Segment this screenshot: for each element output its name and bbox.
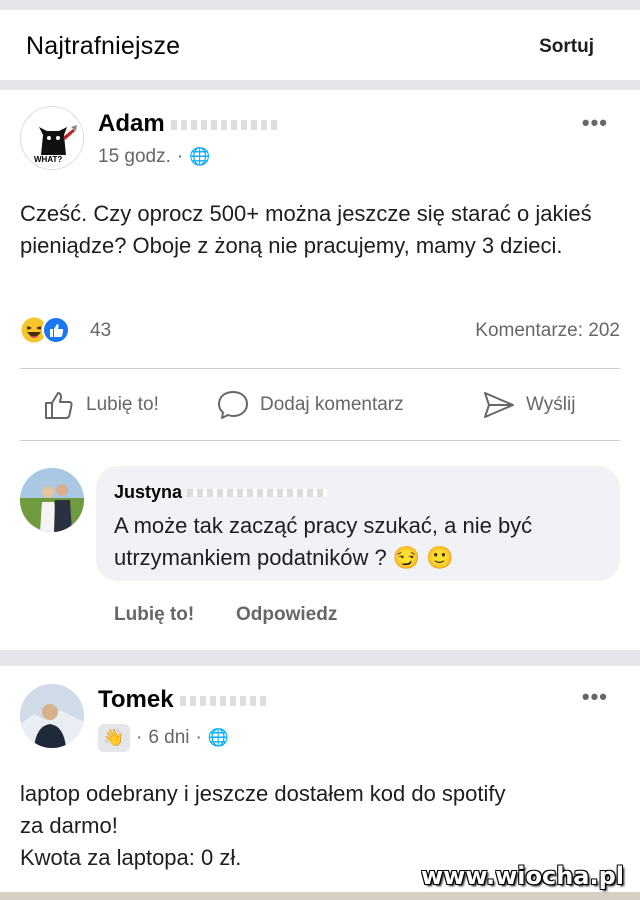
meta-separator: · xyxy=(136,727,143,748)
post-author-name: Adam xyxy=(98,110,165,137)
meta-separator: · xyxy=(176,146,184,167)
post-text-line: za darmo! xyxy=(20,813,118,838)
like-label: Lubię to! xyxy=(86,394,159,415)
more-options-icon[interactable]: ••• xyxy=(582,684,608,710)
page-title: Najtrafniejsze xyxy=(26,32,181,60)
comment-like-button[interactable]: Lubię to! xyxy=(114,604,194,626)
reaction-count[interactable]: 43 xyxy=(90,320,111,342)
top-strip xyxy=(0,0,640,10)
meta-separator: · xyxy=(195,727,202,748)
post-author-name: Tomek xyxy=(98,686,174,713)
send-label: Wyślij xyxy=(526,394,576,415)
comment-body: A może tak zacząć pracy szukać, a nie by… xyxy=(114,513,533,570)
post-meta: 15 godz. · 🌐 xyxy=(98,146,210,168)
avatar[interactable]: WHAT? xyxy=(20,106,84,170)
post-text-line: laptop odebrany i jeszcze dostałem kod d… xyxy=(20,781,506,806)
post-author[interactable]: Adam xyxy=(98,110,282,138)
avatar[interactable] xyxy=(20,684,84,748)
reactions-row: 43 Komentarze: 202 xyxy=(20,316,620,346)
comment-author-name: Justyna xyxy=(114,482,183,502)
thumbs-up-icon xyxy=(45,392,73,419)
more-options-icon[interactable]: ••• xyxy=(582,110,608,136)
audience-icon: 🌐 xyxy=(189,147,211,166)
send-icon xyxy=(484,392,514,418)
reaction-icons[interactable] xyxy=(20,316,70,344)
post-actions: Lubię to! Dodaj komentarz Wyślij xyxy=(0,380,640,430)
redacted-surname xyxy=(180,695,271,706)
like-button[interactable]: Lubię to! xyxy=(42,380,159,430)
divider xyxy=(20,440,620,441)
avatar-caption: WHAT? xyxy=(34,155,63,164)
bottom-strip xyxy=(0,892,640,900)
comment-text: A może tak zacząć pracy szukać, a nie by… xyxy=(114,510,604,574)
couple-photo-icon xyxy=(20,468,84,532)
comment-icon xyxy=(218,391,248,419)
redacted-surname xyxy=(171,119,282,130)
divider xyxy=(20,368,620,369)
comment-label: Dodaj komentarz xyxy=(260,394,404,415)
post-time[interactable]: 15 godz. xyxy=(98,146,171,168)
post-text: Cześć. Czy oprocz 500+ można jeszcze się… xyxy=(20,201,592,258)
comment-bubble: Justyna A może tak zacząć pracy szukać, … xyxy=(96,466,620,581)
avatar[interactable] xyxy=(20,468,84,532)
comment-button[interactable]: Dodaj komentarz xyxy=(216,380,404,430)
comments-header: Najtrafniejsze Sortuj xyxy=(0,10,640,80)
post-text: laptop odebrany i jeszcze dostałem kod d… xyxy=(20,778,630,874)
comment-count[interactable]: Komentarze: 202 xyxy=(475,320,620,342)
wave-badge-icon: 👋 xyxy=(98,724,130,752)
post-author[interactable]: Tomek xyxy=(98,686,271,714)
post-meta: 👋 · 6 dni · 🌐 xyxy=(98,724,229,752)
post-card: WHAT? Adam 15 godz. · 🌐 ••• Cześć. Czy o… xyxy=(0,90,640,650)
smirk-wink-emoji-icons: 😏 🙂 xyxy=(392,545,454,570)
audience-icon: 🌐 xyxy=(207,728,230,747)
post-time[interactable]: 6 dni xyxy=(148,727,189,749)
man-photo-icon xyxy=(20,684,84,748)
sort-button[interactable]: Sortuj xyxy=(539,36,594,58)
send-button[interactable]: Wyślij xyxy=(482,380,575,430)
like-reaction-icon xyxy=(42,316,70,344)
redacted-surname xyxy=(187,489,328,498)
comment-reply-button[interactable]: Odpowiedz xyxy=(236,604,337,626)
watermark: www.wiocha.pl xyxy=(420,862,624,890)
comment-author[interactable]: Justyna xyxy=(114,482,328,503)
